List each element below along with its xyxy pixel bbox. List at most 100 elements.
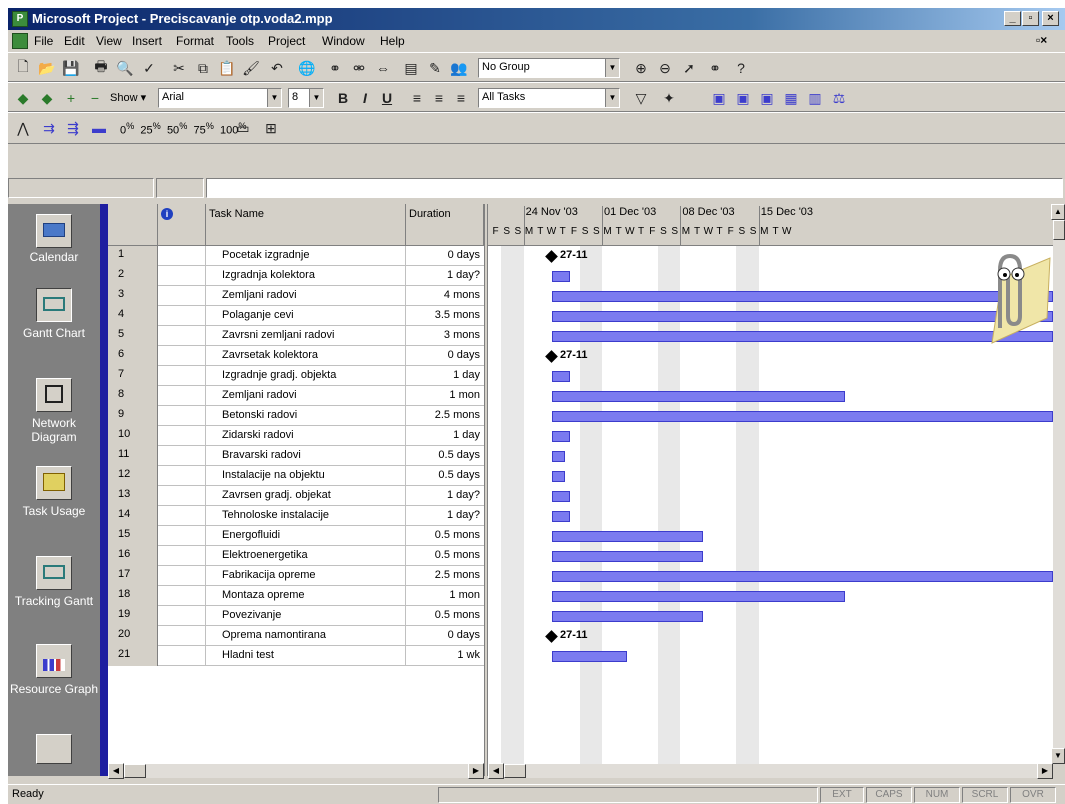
undo-icon[interactable]: ↶: [266, 57, 288, 79]
task-bar[interactable]: [552, 451, 565, 462]
menu-insert[interactable]: Insert: [132, 34, 162, 48]
table-row[interactable]: 11 Bravarski radovi 0.5 days: [108, 446, 484, 466]
unlink-tasks-icon[interactable]: ⚮: [348, 57, 370, 79]
duration-cell[interactable]: 0 days: [406, 246, 484, 266]
view-resource-graph[interactable]: Resource Graph: [8, 682, 100, 696]
indent-icon[interactable]: ◆: [36, 87, 58, 109]
task-bar[interactable]: [552, 511, 570, 522]
scroll-thumb[interactable]: [1053, 220, 1065, 240]
table-row[interactable]: 12 Instalacije na objektu 0.5 days: [108, 466, 484, 486]
scroll-thumb[interactable]: [504, 764, 526, 778]
task-name-cell[interactable]: Energofluidi: [206, 526, 406, 546]
show-subtasks-icon[interactable]: +: [60, 87, 82, 109]
duration-cell[interactable]: 1 day?: [406, 506, 484, 526]
task-name-cell[interactable]: Izgradnje gradj. objekta: [206, 366, 406, 386]
task-bar[interactable]: [552, 471, 565, 482]
task-bar[interactable]: [552, 431, 570, 442]
row-id[interactable]: 15: [108, 526, 158, 546]
table-row[interactable]: 8 Zemljani radovi 1 mon: [108, 386, 484, 406]
reschedule-work-icon[interactable]: ⇶: [62, 117, 84, 139]
more-views-icon[interactable]: [36, 734, 72, 764]
milestone-marker[interactable]: [545, 350, 558, 363]
milestone-marker[interactable]: [545, 630, 558, 643]
table-row[interactable]: 19 Povezivanje 0.5 mons: [108, 606, 484, 626]
row-id[interactable]: 2: [108, 266, 158, 286]
row-id[interactable]: 14: [108, 506, 158, 526]
align-center-icon[interactable]: ≡: [428, 87, 450, 109]
row-id[interactable]: 13: [108, 486, 158, 506]
duration-cell[interactable]: 0.5 days: [406, 446, 484, 466]
table-row[interactable]: 20 Oprema namontirana 0 days: [108, 626, 484, 646]
chevron-down-icon[interactable]: ▼: [267, 89, 281, 107]
task-name-cell[interactable]: Zemljani radovi: [206, 286, 406, 306]
task-name-cell[interactable]: Instalacije na objektu: [206, 466, 406, 486]
workgroup-icon[interactable]: ⊞: [260, 117, 282, 139]
row-id[interactable]: 9: [108, 406, 158, 426]
duration-cell[interactable]: 0.5 mons: [406, 526, 484, 546]
grid-horizontal-scrollbar[interactable]: ◀ ▶: [108, 763, 484, 779]
align-left-icon[interactable]: ≡: [406, 87, 428, 109]
task-name-cell[interactable]: Zavrsen gradj. objekat: [206, 486, 406, 506]
row-id[interactable]: 8: [108, 386, 158, 406]
print-icon[interactable]: 🖶: [90, 57, 112, 79]
task-bar[interactable]: [552, 271, 570, 282]
duration-cell[interactable]: 3.5 mons: [406, 306, 484, 326]
hyperlink-icon[interactable]: 🌐: [296, 57, 318, 79]
close-button[interactable]: ×: [1042, 11, 1059, 26]
duration-cell[interactable]: 2.5 mons: [406, 406, 484, 426]
view-tracking-gantt[interactable]: Tracking Gantt: [8, 594, 100, 608]
task-bar[interactable]: [552, 491, 570, 502]
menu-view[interactable]: View: [96, 34, 122, 48]
calendar-icon[interactable]: [36, 214, 72, 248]
group-select[interactable]: No Group ▼: [478, 58, 620, 78]
copy-icon[interactable]: ⧉: [192, 57, 214, 79]
tracking-gantt-icon[interactable]: [36, 556, 72, 590]
row-id[interactable]: 19: [108, 606, 158, 626]
gantt-horizontal-scrollbar[interactable]: ◀ ▶: [488, 763, 1053, 779]
row-id[interactable]: 3: [108, 286, 158, 306]
menu-file[interactable]: File: [34, 34, 53, 48]
task-name-cell[interactable]: Betonski radovi: [206, 406, 406, 426]
network-diagram-icon[interactable]: [36, 378, 72, 412]
outdent-icon[interactable]: ◆: [12, 87, 34, 109]
table-row[interactable]: 1 Pocetak izgradnje 0 days: [108, 246, 484, 266]
help-icon[interactable]: ?: [730, 57, 752, 79]
view-gantt-chart[interactable]: Gantt Chart: [8, 326, 100, 340]
bold-button[interactable]: B: [332, 87, 354, 109]
duration-cell[interactable]: 0.5 mons: [406, 606, 484, 626]
doc-close-icon[interactable]: ▫×: [1036, 33, 1047, 47]
office-assistant-icon[interactable]: [962, 248, 1052, 348]
filter-select[interactable]: All Tasks ▼: [478, 88, 620, 108]
task-name-cell[interactable]: Hladni test: [206, 646, 406, 666]
view-task-usage[interactable]: Task Usage: [8, 504, 100, 518]
italic-button[interactable]: I: [354, 87, 376, 109]
menu-tools[interactable]: Tools: [226, 34, 254, 48]
table-row[interactable]: 5 Zavrsni zemljani radovi 3 mons: [108, 326, 484, 346]
view-toolbar-icon-1[interactable]: ▣: [708, 87, 730, 109]
header-indicators[interactable]: i: [158, 204, 206, 246]
header-duration[interactable]: Duration: [406, 204, 484, 246]
cut-icon[interactable]: ✂: [168, 57, 190, 79]
task-name-cell[interactable]: Povezivanje: [206, 606, 406, 626]
row-id[interactable]: 4: [108, 306, 158, 326]
duration-cell[interactable]: 0 days: [406, 346, 484, 366]
gantt-chart-icon[interactable]: [36, 288, 72, 322]
chevron-down-icon[interactable]: ▼: [605, 59, 619, 77]
task-name-cell[interactable]: Fabrikacija opreme: [206, 566, 406, 586]
task-bar[interactable]: [552, 571, 1053, 582]
row-id[interactable]: 1: [108, 246, 158, 266]
zoom-in-icon[interactable]: ⊕: [630, 57, 652, 79]
update-tasks-icon[interactable]: ▭: [232, 117, 254, 139]
zoom-out-icon[interactable]: ⊖: [654, 57, 676, 79]
row-id[interactable]: 20: [108, 626, 158, 646]
view-toolbar-icon-4[interactable]: ▦: [780, 87, 802, 109]
autofilter-icon[interactable]: ▽: [630, 87, 652, 109]
row-id[interactable]: 16: [108, 546, 158, 566]
table-row[interactable]: 13 Zavrsen gradj. objekat 1 day?: [108, 486, 484, 506]
menu-format[interactable]: Format: [176, 34, 214, 48]
menu-project[interactable]: Project: [268, 34, 305, 48]
task-name-cell[interactable]: Izgradnja kolektora: [206, 266, 406, 286]
duration-cell[interactable]: 1 day: [406, 366, 484, 386]
duration-cell[interactable]: 2.5 mons: [406, 566, 484, 586]
task-name-cell[interactable]: Oprema namontirana: [206, 626, 406, 646]
